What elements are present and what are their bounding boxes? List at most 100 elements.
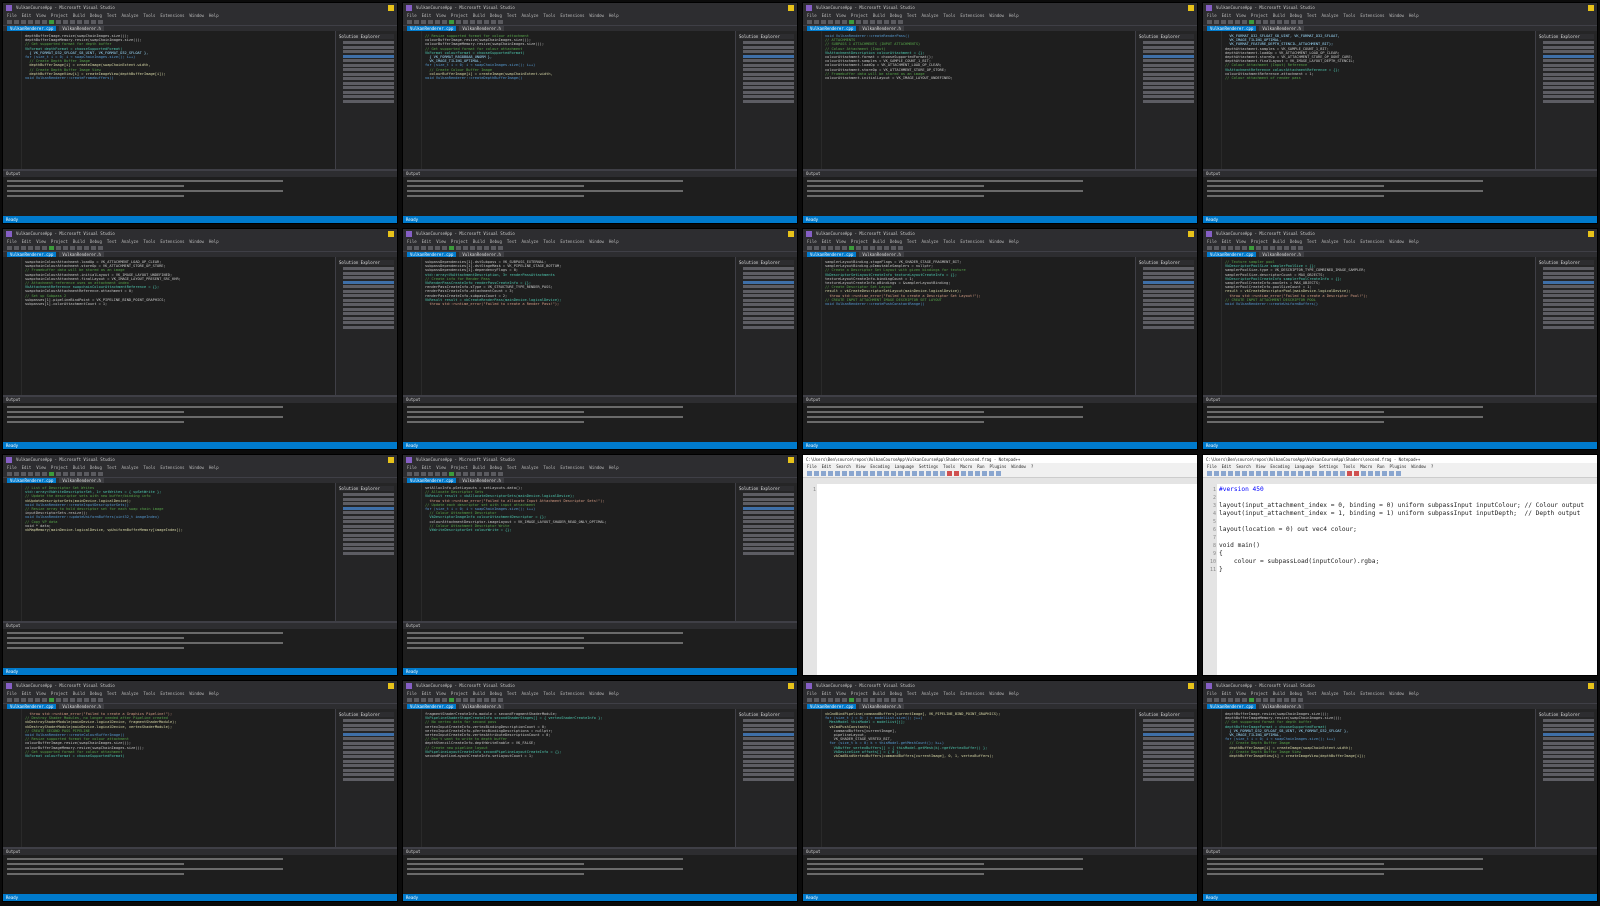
menu-item[interactable]: Analyze (122, 13, 139, 18)
toolbar-button-icon[interactable] (491, 697, 496, 702)
solution-tree-item[interactable] (743, 50, 794, 53)
toolbar-button-icon[interactable] (421, 697, 426, 702)
solution-tree-item[interactable] (1143, 77, 1194, 80)
menu-item[interactable]: Tools (943, 691, 955, 696)
menu-item[interactable]: Test (107, 465, 117, 470)
solution-tree-item[interactable] (343, 542, 394, 546)
menu-item[interactable]: Build (1273, 239, 1285, 244)
menu-item[interactable]: Build (73, 239, 85, 244)
menu-item[interactable]: File (1207, 464, 1217, 469)
solution-tree-item[interactable] (1143, 719, 1194, 722)
solution-tree-item[interactable] (1143, 768, 1194, 772)
menu-item[interactable]: Project (51, 691, 68, 696)
menu-item[interactable]: Test (1307, 13, 1317, 18)
solution-tree-item[interactable] (1543, 86, 1594, 89)
toolbar-button-icon[interactable] (870, 245, 875, 250)
toolbar-button-icon[interactable] (28, 19, 33, 24)
solution-tree-item[interactable] (1543, 271, 1594, 275)
toolbar-button-icon[interactable] (63, 697, 68, 702)
start-debug-icon[interactable] (49, 19, 54, 24)
toolbar-button-icon[interactable] (1277, 697, 1282, 702)
toolbar-button-icon[interactable] (1396, 470, 1401, 476)
solution-tree-item[interactable] (343, 50, 394, 53)
toolbar-button-icon[interactable] (863, 245, 868, 250)
toolbar-button-icon[interactable] (470, 471, 475, 476)
solution-tree-item[interactable] (343, 86, 394, 89)
start-debug-icon[interactable] (449, 697, 454, 702)
menu-item[interactable]: Window (1390, 691, 1404, 696)
solution-tree-item[interactable] (1543, 732, 1594, 736)
toolbar-button-icon[interactable] (77, 697, 82, 702)
toolbar-button-icon[interactable] (442, 19, 447, 24)
solution-tree-item[interactable] (343, 551, 394, 555)
menu-item[interactable]: Build (73, 691, 85, 696)
menu-item[interactable]: Window (1011, 464, 1025, 469)
solution-tree-item[interactable] (743, 99, 794, 103)
menu-item[interactable]: Edit (422, 691, 432, 696)
menu-item[interactable]: Window (590, 691, 604, 696)
solution-tree-item[interactable] (1143, 750, 1194, 754)
solution-tree-item[interactable] (343, 298, 394, 302)
menu-item[interactable]: View (856, 464, 866, 469)
toolbar-button-icon[interactable] (884, 19, 889, 24)
toolbar-button-icon[interactable] (1326, 470, 1331, 476)
toolbar-button-icon[interactable] (1291, 470, 1296, 476)
solution-tree-item[interactable] (343, 737, 394, 740)
code-editor[interactable]: subpassDependencies[1].dstSubpass = VK_S… (403, 257, 735, 397)
menu-item[interactable]: Macro (960, 464, 972, 469)
solution-tree-item[interactable] (343, 77, 394, 80)
solution-tree-item[interactable] (1543, 280, 1594, 284)
solution-tree-item[interactable] (743, 741, 794, 745)
toolbar-button-icon[interactable] (835, 19, 840, 24)
toolbar-button-icon[interactable] (807, 697, 812, 702)
toolbar-button-icon[interactable] (56, 245, 61, 250)
toolbar-button-icon[interactable] (14, 245, 19, 250)
solution-tree-item[interactable] (343, 493, 394, 496)
solution-tree-item[interactable] (1143, 755, 1194, 758)
solution-tree-item[interactable] (743, 41, 794, 44)
menu-item[interactable]: Tools (1343, 464, 1355, 469)
code-editor[interactable]: // Texture sampler pool VkDescriptorPoolS… (1203, 257, 1535, 397)
toolbar-button-icon[interactable] (1242, 245, 1247, 250)
menu-item[interactable]: Build (1273, 13, 1285, 18)
toolbar-button-icon[interactable] (421, 245, 426, 250)
toolbar-button-icon[interactable] (14, 471, 19, 476)
toolbar-button-icon[interactable] (982, 470, 987, 476)
toolbar-button-icon[interactable] (814, 697, 819, 702)
solution-tree-item[interactable] (1143, 321, 1194, 324)
menu-item[interactable]: Project (451, 465, 468, 470)
menu-item[interactable]: File (7, 13, 17, 18)
menu-item[interactable]: Window (1411, 464, 1425, 469)
toolbar-button-icon[interactable] (835, 245, 840, 250)
menu-item[interactable]: Build (873, 13, 885, 18)
toolbar-button-icon[interactable] (1270, 245, 1275, 250)
solution-tree-item[interactable] (1143, 285, 1194, 288)
toolbar-button-icon[interactable] (498, 245, 503, 250)
menu-item[interactable]: Extensions (560, 13, 584, 18)
notepadpp-editor[interactable]: 1 2 3 4 5 6 7 8 9 10 11 #version 450 layout(input_a… (1203, 484, 1597, 675)
solution-tree-item[interactable] (743, 515, 794, 519)
code-editor[interactable]: samplerLayoutBinding.stageFlags = VK_SHA… (803, 257, 1135, 397)
solution-tree-item[interactable] (743, 764, 794, 767)
toolbar-button-icon[interactable] (1375, 470, 1380, 476)
code-editor[interactable]: setAllocInfo.pSetLayouts = setLayouts.da… (403, 483, 735, 623)
menu-item[interactable]: Tools (143, 465, 155, 470)
solution-tree-item[interactable] (743, 732, 794, 736)
toolbar-button-icon[interactable] (1235, 470, 1240, 476)
solution-tree-item[interactable] (743, 542, 794, 546)
toolbar-button-icon[interactable] (456, 697, 461, 702)
menu-item[interactable]: File (407, 465, 417, 470)
menu-item[interactable]: Build (873, 239, 885, 244)
toolbar-button-icon[interactable] (21, 19, 26, 24)
toolbar-button-icon[interactable] (814, 470, 819, 476)
menu-item[interactable]: Help (209, 465, 219, 470)
menu-item[interactable]: Help (609, 239, 619, 244)
menu-item[interactable]: Test (507, 13, 517, 18)
solution-tree-item[interactable] (1543, 267, 1594, 270)
toolbar-button-icon[interactable] (414, 697, 419, 702)
toolbar-button-icon[interactable] (1382, 470, 1387, 476)
menu-item[interactable]: Debug (90, 239, 102, 244)
start-debug-icon[interactable] (449, 19, 454, 24)
solution-tree-item[interactable] (1543, 759, 1594, 763)
toolbar-button-icon[interactable] (407, 19, 412, 24)
